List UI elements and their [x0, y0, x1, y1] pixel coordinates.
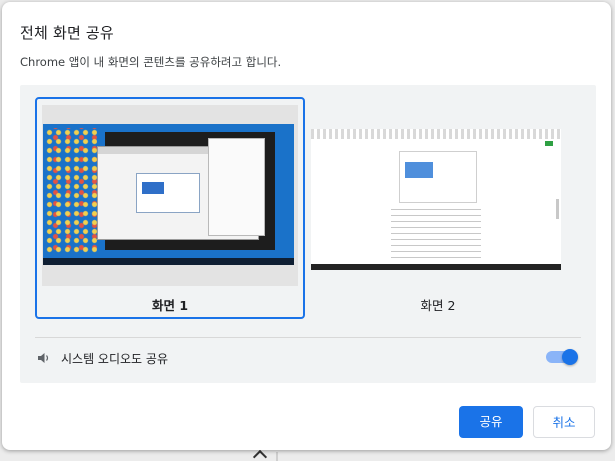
share-button[interactable]: 공유: [459, 406, 523, 438]
screen-2-thumbnail: [311, 129, 561, 270]
thumbnail-button: [545, 141, 553, 146]
divider: [35, 337, 581, 338]
page-background: 전체 화면 공유 Chrome 앱이 내 화면의 콘텐츠를 공유하려고 합니다.: [0, 0, 615, 461]
system-audio-toggle[interactable]: [546, 349, 578, 365]
chevron-up-icon: [252, 449, 268, 461]
thumbnail-taskbar: [43, 258, 294, 265]
screen-option-2[interactable]: 화면 2: [305, 99, 571, 317]
background-divider: [276, 452, 278, 461]
thumbnail-text: [391, 209, 481, 259]
thumbnail-toolbar: [311, 129, 561, 139]
thumbnail-dialog: [399, 151, 477, 203]
thumbnail-dialog: [136, 173, 200, 213]
screen-option-label: 화면 2: [420, 298, 456, 313]
speaker-icon: [38, 353, 49, 363]
screen-picker-panel: 화면 1 화면 2 시스템 오디오도 공유: [20, 85, 596, 383]
share-screen-dialog: 전체 화면 공유 Chrome 앱이 내 화면의 콘텐츠를 공유하려고 합니다.: [2, 2, 611, 450]
screen-option-1[interactable]: 화면 1: [35, 97, 305, 319]
dialog-title: 전체 화면 공유: [20, 24, 114, 42]
screen-option-label: 화면 1: [151, 298, 189, 313]
cancel-button[interactable]: 취소: [533, 406, 595, 438]
thumbnail-taskbar: [311, 264, 561, 270]
desktop-icons: [45, 128, 97, 254]
toggle-knob: [562, 349, 578, 365]
dialog-subtitle: Chrome 앱이 내 화면의 콘텐츠를 공유하려고 합니다.: [20, 55, 282, 69]
system-audio-label: 시스템 오디오도 공유: [61, 352, 168, 366]
screen-1-thumbnail: [43, 124, 294, 265]
thumbnail-scrollbar: [556, 199, 559, 219]
system-audio-row: 시스템 오디오도 공유: [35, 348, 581, 368]
thumbnail-window: [208, 138, 265, 236]
